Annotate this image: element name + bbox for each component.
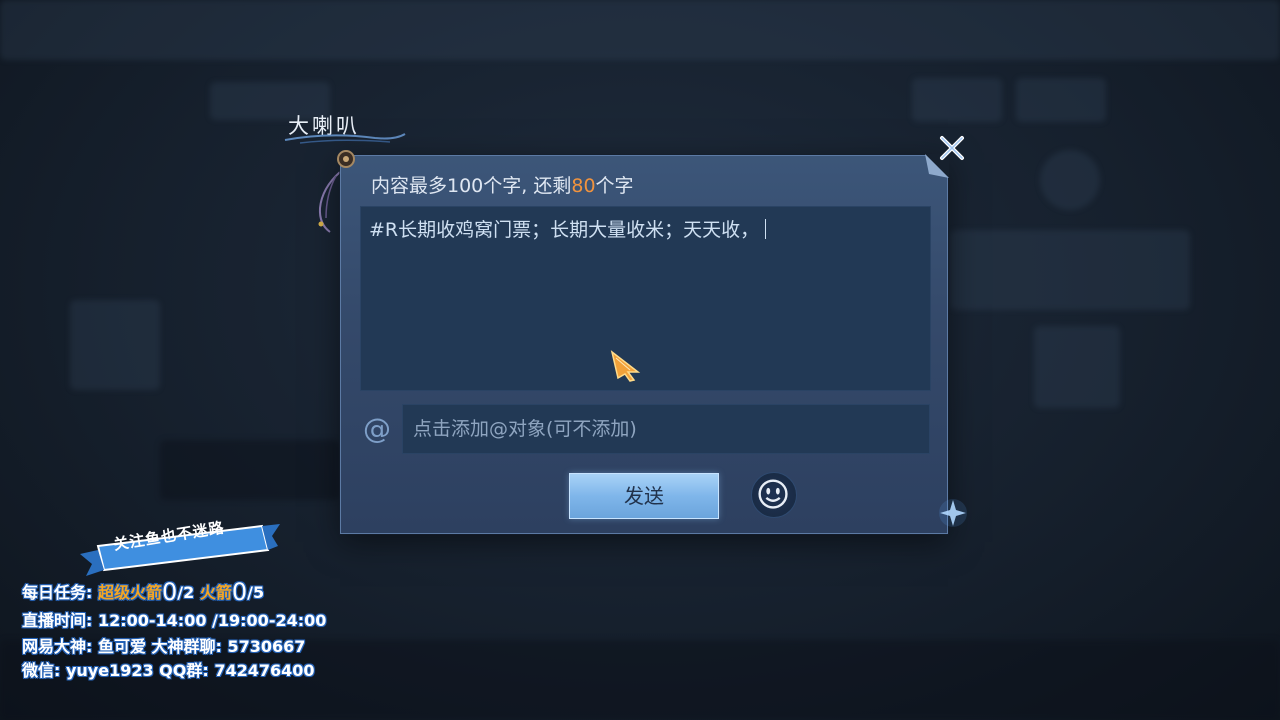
background-block	[1034, 326, 1120, 408]
sparkle-decoration	[939, 499, 967, 527]
limit-remaining-count: 80	[571, 175, 596, 197]
limit-prefix: 内容最多100个字, 还剩	[371, 175, 572, 197]
game-cursor-icon	[610, 350, 641, 382]
at-mention-input[interactable]	[402, 404, 930, 454]
close-icon[interactable]	[934, 130, 970, 166]
message-content: #R长期收鸡窝门票；长期大量收米；天天收，	[369, 215, 767, 242]
pin-icon	[337, 150, 355, 168]
task-total-super-rocket: /2	[177, 583, 195, 602]
task-item-super-rocket: 超级火箭	[97, 583, 162, 602]
task-count-rocket: 0	[231, 578, 248, 606]
dashen-line: 网易大神: 鱼可爱 大神群聊: 5730667	[22, 637, 306, 656]
message-text: #R长期收鸡窝门票；长期大量收米；天天收，	[369, 219, 760, 241]
at-icon: @	[363, 412, 391, 445]
broadcast-dialog: 内容最多100个字, 还剩80个字 #R长期收鸡窝门票；长期大量收米；天天收， …	[337, 150, 949, 534]
background-block	[160, 440, 340, 500]
background-block	[70, 300, 160, 390]
daily-task-line: 每日任务: 超级火箭0/2 火箭0/5	[22, 578, 264, 606]
emoji-button[interactable]	[751, 472, 797, 518]
title-swoosh-decoration	[284, 133, 406, 144]
background-block	[1040, 150, 1100, 210]
char-limit-text: 内容最多100个字, 还剩80个字	[371, 171, 634, 198]
message-textarea[interactable]: #R长期收鸡窝门票；长期大量收米；天天收，	[360, 206, 931, 391]
task-count-super-rocket: 0	[162, 578, 178, 606]
background-block	[1016, 78, 1106, 122]
smiley-face-icon	[758, 479, 788, 509]
task-total-rocket: /5	[247, 583, 265, 602]
text-caret	[765, 219, 767, 239]
dialog-title: 大喇叭	[280, 108, 410, 148]
background-block	[950, 230, 1190, 310]
live-time-line: 直播时间: 12:00-14:00 /19:00-24:00	[22, 611, 327, 630]
send-button[interactable]: 发送	[569, 473, 719, 519]
task-item-rocket: 火箭	[199, 583, 232, 602]
task-prefix: 每日任务:	[22, 583, 93, 602]
background-block	[912, 78, 1002, 122]
limit-suffix: 个字	[595, 175, 634, 197]
background-top-bar	[0, 0, 1280, 60]
wechat-line: 微信: yuye1923 QQ群: 742476400	[22, 661, 315, 680]
